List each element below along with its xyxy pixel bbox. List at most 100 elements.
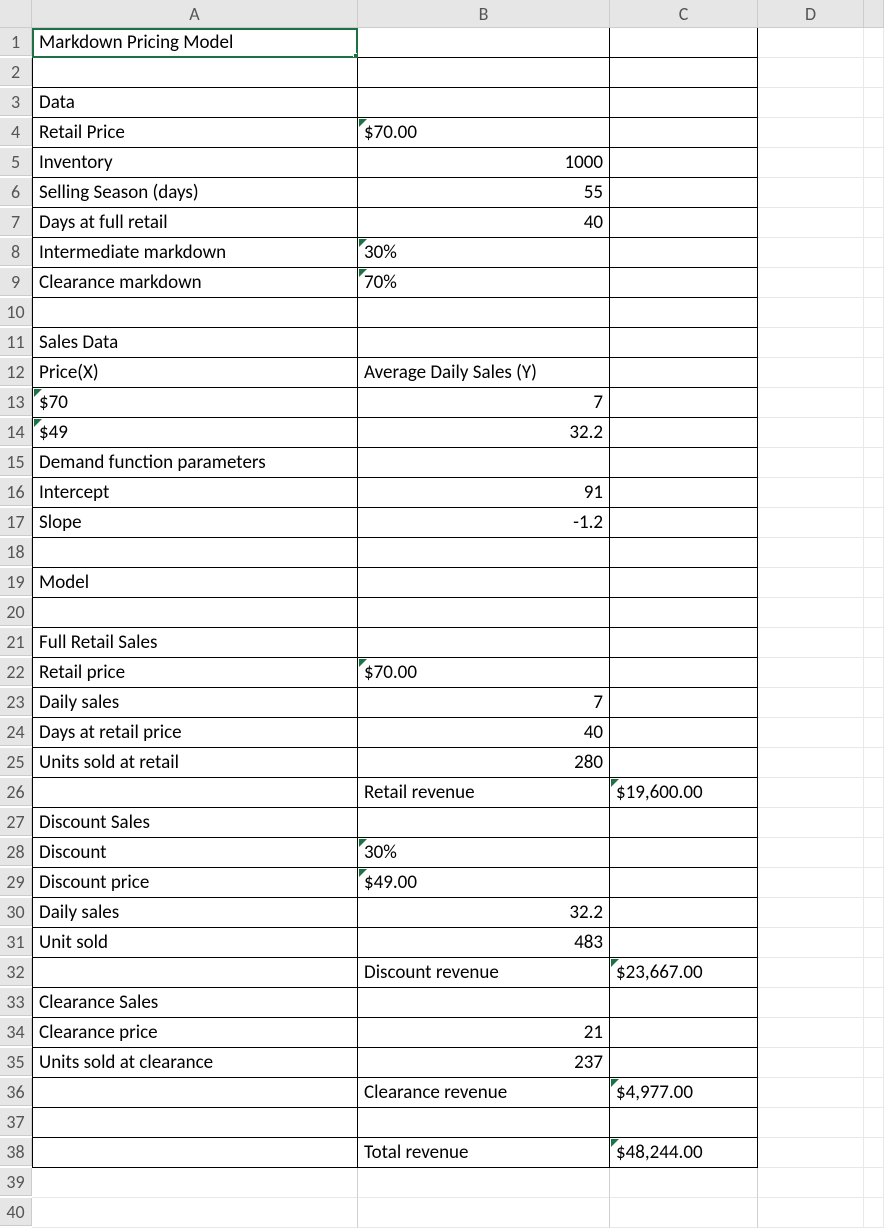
cell-B39[interactable] <box>358 1168 610 1198</box>
cell-B7[interactable]: 40 <box>358 208 610 238</box>
row-header-27[interactable]: 27 <box>0 808 32 836</box>
cell-E6[interactable] <box>864 178 884 208</box>
cell-E39[interactable] <box>864 1168 884 1198</box>
cell-B1[interactable] <box>358 28 610 58</box>
cell-D21[interactable] <box>758 628 864 658</box>
cell-E7[interactable] <box>864 208 884 238</box>
cell-A25[interactable]: Units sold at retail <box>32 748 358 778</box>
cell-D31[interactable] <box>758 928 864 958</box>
cell-E22[interactable] <box>864 658 884 688</box>
row-header-31[interactable]: 31 <box>0 928 32 956</box>
cell-D15[interactable] <box>758 448 864 478</box>
cell-C10[interactable] <box>610 298 758 328</box>
cell-B15[interactable] <box>358 448 610 478</box>
row-header-39[interactable]: 39 <box>0 1168 32 1196</box>
cell-D23[interactable] <box>758 688 864 718</box>
cell-E27[interactable] <box>864 808 884 838</box>
cell-D34[interactable] <box>758 1018 864 1048</box>
row-header-15[interactable]: 15 <box>0 448 32 476</box>
cell-C19[interactable] <box>610 568 758 598</box>
cell-D2[interactable] <box>758 58 864 88</box>
row-header-35[interactable]: 35 <box>0 1048 32 1076</box>
cell-E30[interactable] <box>864 898 884 928</box>
cell-C36[interactable]: $4,977.00 <box>610 1078 758 1108</box>
cell-C22[interactable] <box>610 658 758 688</box>
cell-E10[interactable] <box>864 298 884 328</box>
row-header-7[interactable]: 7 <box>0 208 32 236</box>
cell-A19[interactable]: Model <box>32 568 358 598</box>
cell-A11[interactable]: Sales Data <box>32 328 358 358</box>
cell-A27[interactable]: Discount Sales <box>32 808 358 838</box>
cell-D10[interactable] <box>758 298 864 328</box>
cell-D18[interactable] <box>758 538 864 568</box>
cell-D4[interactable] <box>758 118 864 148</box>
row-header-22[interactable]: 22 <box>0 658 32 686</box>
row-header-19[interactable]: 19 <box>0 568 32 596</box>
cell-B38[interactable]: Total revenue <box>358 1138 610 1168</box>
cell-D29[interactable] <box>758 868 864 898</box>
row-header-28[interactable]: 28 <box>0 838 32 866</box>
cell-D13[interactable] <box>758 388 864 418</box>
cell-C7[interactable] <box>610 208 758 238</box>
cell-D22[interactable] <box>758 658 864 688</box>
cell-E17[interactable] <box>864 508 884 538</box>
cell-C33[interactable] <box>610 988 758 1018</box>
cell-C14[interactable] <box>610 418 758 448</box>
cell-E29[interactable] <box>864 868 884 898</box>
cell-C37[interactable] <box>610 1108 758 1138</box>
cell-B35[interactable]: 237 <box>358 1048 610 1078</box>
cell-C34[interactable] <box>610 1018 758 1048</box>
cell-E20[interactable] <box>864 598 884 628</box>
cell-E1[interactable] <box>864 28 884 58</box>
cell-E4[interactable] <box>864 118 884 148</box>
cell-A20[interactable] <box>32 598 358 628</box>
cell-B3[interactable] <box>358 88 610 118</box>
cell-A14[interactable]: $49 <box>32 418 358 448</box>
cell-A17[interactable]: Slope <box>32 508 358 538</box>
cell-A26[interactable] <box>32 778 358 808</box>
cell-A12[interactable]: Price(X) <box>32 358 358 388</box>
cell-D7[interactable] <box>758 208 864 238</box>
col-header-E[interactable] <box>864 0 884 28</box>
cell-B6[interactable]: 55 <box>358 178 610 208</box>
cell-A13[interactable]: $70 <box>32 388 358 418</box>
cell-A4[interactable]: Retail Price <box>32 118 358 148</box>
cell-E33[interactable] <box>864 988 884 1018</box>
row-header-8[interactable]: 8 <box>0 238 32 266</box>
cell-B23[interactable]: 7 <box>358 688 610 718</box>
cell-B19[interactable] <box>358 568 610 598</box>
cell-E26[interactable] <box>864 778 884 808</box>
cell-B2[interactable] <box>358 58 610 88</box>
cell-C39[interactable] <box>610 1168 758 1198</box>
cell-B11[interactable] <box>358 328 610 358</box>
cell-A36[interactable] <box>32 1078 358 1108</box>
cell-A33[interactable]: Clearance Sales <box>32 988 358 1018</box>
cell-A32[interactable] <box>32 958 358 988</box>
spreadsheet-grid[interactable]: ABCD1Markdown Pricing Model23Data4Retail… <box>0 0 884 1228</box>
cell-B26[interactable]: Retail revenue <box>358 778 610 808</box>
cell-E13[interactable] <box>864 388 884 418</box>
cell-E16[interactable] <box>864 478 884 508</box>
cell-B12[interactable]: Average Daily Sales (Y) <box>358 358 610 388</box>
cell-A9[interactable]: Clearance markdown <box>32 268 358 298</box>
row-header-11[interactable]: 11 <box>0 328 32 356</box>
cell-B14[interactable]: 32.2 <box>358 418 610 448</box>
cell-B40[interactable] <box>358 1198 610 1228</box>
cell-D17[interactable] <box>758 508 864 538</box>
cell-D35[interactable] <box>758 1048 864 1078</box>
cell-C27[interactable] <box>610 808 758 838</box>
cell-C21[interactable] <box>610 628 758 658</box>
row-header-33[interactable]: 33 <box>0 988 32 1016</box>
cell-D30[interactable] <box>758 898 864 928</box>
cell-E14[interactable] <box>864 418 884 448</box>
row-header-16[interactable]: 16 <box>0 478 32 506</box>
cell-C32[interactable]: $23,667.00 <box>610 958 758 988</box>
cell-B36[interactable]: Clearance revenue <box>358 1078 610 1108</box>
row-header-32[interactable]: 32 <box>0 958 32 986</box>
row-header-38[interactable]: 38 <box>0 1138 32 1166</box>
cell-C1[interactable] <box>610 28 758 58</box>
row-header-25[interactable]: 25 <box>0 748 32 776</box>
cell-C29[interactable] <box>610 868 758 898</box>
cell-B37[interactable] <box>358 1108 610 1138</box>
cell-A35[interactable]: Units sold at clearance <box>32 1048 358 1078</box>
